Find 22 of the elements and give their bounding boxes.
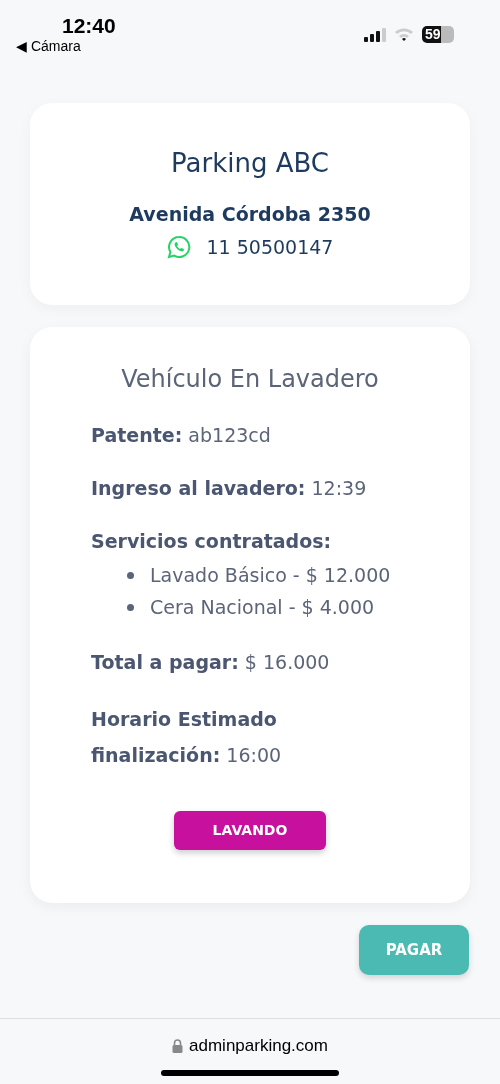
- status-time: 12:40: [62, 14, 116, 38]
- bullet-icon: [127, 603, 134, 611]
- lock-icon: [172, 1038, 184, 1053]
- battery-indicator: 59: [422, 26, 454, 43]
- field-text: Ingreso al lavadero: 12:39: [91, 476, 368, 501]
- back-link[interactable]: ◀ Cámara: [16, 38, 116, 54]
- field-text: Total a pagar: $ 16.000: [91, 650, 331, 675]
- field-text: Horario Estimado finalización: 16:00: [91, 707, 283, 768]
- service-item: Lavado Básico - $ 12.000: [150, 562, 391, 588]
- field-text: Patente: ab123cd: [91, 423, 272, 448]
- business-address: Avenida Córdoba 2350: [129, 202, 371, 227]
- url-text[interactable]: adminparking.com: [189, 1033, 328, 1059]
- phone-number: 11 50500147: [206, 234, 334, 260]
- status-button[interactable]: LAVANDO: [174, 811, 326, 850]
- service-item: Cera Nacional - $ 4.000: [150, 594, 375, 620]
- bullet-icon: [127, 571, 134, 579]
- whatsapp-icon[interactable]: [166, 234, 191, 259]
- business-name: Parking ABC: [171, 147, 329, 179]
- wifi-icon: [394, 27, 414, 42]
- signal-icon: [364, 27, 386, 42]
- field-label: Servicios contratados:: [91, 529, 333, 554]
- card-title: Vehículo En Lavadero: [121, 364, 379, 395]
